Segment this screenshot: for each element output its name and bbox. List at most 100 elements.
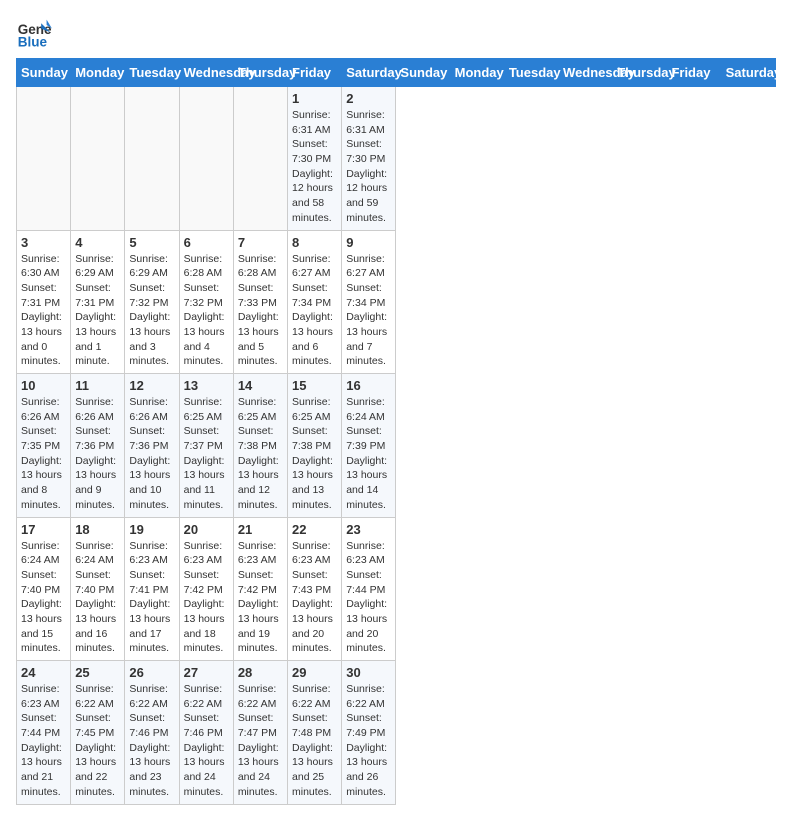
day-number: 1 [292, 91, 337, 106]
day-number: 21 [238, 522, 283, 537]
day-info: Sunrise: 6:27 AM Sunset: 7:34 PM Dayligh… [292, 252, 337, 370]
day-number: 3 [21, 235, 66, 250]
day-info: Sunrise: 6:24 AM Sunset: 7:40 PM Dayligh… [75, 539, 120, 657]
day-header-wednesday: Wednesday [179, 59, 233, 87]
calendar-cell: 9 Sunrise: 6:27 AM Sunset: 7:34 PM Daylig… [342, 230, 396, 374]
day-number: 9 [346, 235, 391, 250]
day-number: 29 [292, 665, 337, 680]
calendar-cell: 14 Sunrise: 6:25 AM Sunset: 7:38 PM Dayli… [233, 374, 287, 518]
day-header-friday: Friday [288, 59, 342, 87]
day-number: 11 [75, 378, 120, 393]
calendar-week-4: 17 Sunrise: 6:24 AM Sunset: 7:40 PM Dayli… [17, 517, 776, 661]
day-number: 12 [129, 378, 174, 393]
day-header-thursday: Thursday [613, 59, 667, 87]
day-info: Sunrise: 6:24 AM Sunset: 7:39 PM Dayligh… [346, 395, 391, 513]
day-number: 7 [238, 235, 283, 250]
day-info: Sunrise: 6:26 AM Sunset: 7:36 PM Dayligh… [75, 395, 120, 513]
day-number: 24 [21, 665, 66, 680]
day-header-monday: Monday [450, 59, 504, 87]
calendar-header-row: SundayMondayTuesdayWednesdayThursdayFrid… [17, 59, 776, 87]
day-info: Sunrise: 6:30 AM Sunset: 7:31 PM Dayligh… [21, 252, 66, 370]
day-number: 4 [75, 235, 120, 250]
day-header-saturday: Saturday [721, 59, 775, 87]
calendar-cell: 4 Sunrise: 6:29 AM Sunset: 7:31 PM Daylig… [71, 230, 125, 374]
calendar-cell [125, 87, 179, 231]
day-info: Sunrise: 6:23 AM Sunset: 7:44 PM Dayligh… [346, 539, 391, 657]
day-header-saturday: Saturday [342, 59, 396, 87]
calendar-cell: 3 Sunrise: 6:30 AM Sunset: 7:31 PM Daylig… [17, 230, 71, 374]
day-number: 28 [238, 665, 283, 680]
day-info: Sunrise: 6:26 AM Sunset: 7:35 PM Dayligh… [21, 395, 66, 513]
day-info: Sunrise: 6:23 AM Sunset: 7:43 PM Dayligh… [292, 539, 337, 657]
calendar-cell: 24 Sunrise: 6:23 AM Sunset: 7:44 PM Dayli… [17, 661, 71, 805]
day-info: Sunrise: 6:22 AM Sunset: 7:45 PM Dayligh… [75, 682, 120, 800]
day-number: 16 [346, 378, 391, 393]
day-number: 5 [129, 235, 174, 250]
day-number: 14 [238, 378, 283, 393]
day-number: 17 [21, 522, 66, 537]
calendar-cell: 8 Sunrise: 6:27 AM Sunset: 7:34 PM Daylig… [288, 230, 342, 374]
calendar-cell: 20 Sunrise: 6:23 AM Sunset: 7:42 PM Dayli… [179, 517, 233, 661]
day-info: Sunrise: 6:22 AM Sunset: 7:48 PM Dayligh… [292, 682, 337, 800]
day-info: Sunrise: 6:25 AM Sunset: 7:37 PM Dayligh… [184, 395, 229, 513]
logo-icon: General Blue [16, 16, 52, 52]
calendar-week-5: 24 Sunrise: 6:23 AM Sunset: 7:44 PM Dayli… [17, 661, 776, 805]
logo: General Blue [16, 16, 56, 52]
calendar-cell: 12 Sunrise: 6:26 AM Sunset: 7:36 PM Dayli… [125, 374, 179, 518]
calendar-cell [233, 87, 287, 231]
day-number: 2 [346, 91, 391, 106]
day-number: 8 [292, 235, 337, 250]
calendar-cell: 23 Sunrise: 6:23 AM Sunset: 7:44 PM Dayli… [342, 517, 396, 661]
calendar-cell: 21 Sunrise: 6:23 AM Sunset: 7:42 PM Dayli… [233, 517, 287, 661]
calendar-cell: 28 Sunrise: 6:22 AM Sunset: 7:47 PM Dayli… [233, 661, 287, 805]
day-number: 22 [292, 522, 337, 537]
day-info: Sunrise: 6:22 AM Sunset: 7:46 PM Dayligh… [184, 682, 229, 800]
calendar-cell: 2 Sunrise: 6:31 AM Sunset: 7:30 PM Daylig… [342, 87, 396, 231]
calendar-cell: 18Sunrise: 6:24 AM Sunset: 7:40 PM Dayli… [71, 517, 125, 661]
day-number: 10 [21, 378, 66, 393]
day-number: 23 [346, 522, 391, 537]
calendar-cell: 13Sunrise: 6:25 AM Sunset: 7:37 PM Dayli… [179, 374, 233, 518]
calendar-cell: 26Sunrise: 6:22 AM Sunset: 7:46 PM Dayli… [125, 661, 179, 805]
day-header-thursday: Thursday [233, 59, 287, 87]
calendar-cell: 5 Sunrise: 6:29 AM Sunset: 7:32 PM Daylig… [125, 230, 179, 374]
day-number: 20 [184, 522, 229, 537]
day-info: Sunrise: 6:26 AM Sunset: 7:36 PM Dayligh… [129, 395, 174, 513]
calendar-cell: 27Sunrise: 6:22 AM Sunset: 7:46 PM Dayli… [179, 661, 233, 805]
day-info: Sunrise: 6:29 AM Sunset: 7:31 PM Dayligh… [75, 252, 120, 370]
day-header-sunday: Sunday [396, 59, 450, 87]
day-info: Sunrise: 6:23 AM Sunset: 7:42 PM Dayligh… [238, 539, 283, 657]
day-info: Sunrise: 6:22 AM Sunset: 7:46 PM Dayligh… [129, 682, 174, 800]
day-header-sunday: Sunday [17, 59, 71, 87]
calendar-cell: 1 Sunrise: 6:31 AM Sunset: 7:30 PM Daylig… [288, 87, 342, 231]
day-info: Sunrise: 6:22 AM Sunset: 7:47 PM Dayligh… [238, 682, 283, 800]
page-header: General Blue [16, 16, 776, 52]
day-header-monday: Monday [71, 59, 125, 87]
day-info: Sunrise: 6:28 AM Sunset: 7:32 PM Dayligh… [184, 252, 229, 370]
calendar-cell [17, 87, 71, 231]
svg-text:Blue: Blue [18, 35, 48, 50]
day-info: Sunrise: 6:29 AM Sunset: 7:32 PM Dayligh… [129, 252, 174, 370]
calendar-cell: 22 Sunrise: 6:23 AM Sunset: 7:43 PM Dayli… [288, 517, 342, 661]
calendar-cell: 10 Sunrise: 6:26 AM Sunset: 7:35 PM Dayli… [17, 374, 71, 518]
day-info: Sunrise: 6:24 AM Sunset: 7:40 PM Dayligh… [21, 539, 66, 657]
calendar-cell [71, 87, 125, 231]
day-info: Sunrise: 6:22 AM Sunset: 7:49 PM Dayligh… [346, 682, 391, 800]
day-info: Sunrise: 6:31 AM Sunset: 7:30 PM Dayligh… [292, 108, 337, 226]
day-number: 15 [292, 378, 337, 393]
day-info: Sunrise: 6:28 AM Sunset: 7:33 PM Dayligh… [238, 252, 283, 370]
calendar-cell [179, 87, 233, 231]
day-header-tuesday: Tuesday [125, 59, 179, 87]
calendar-week-3: 10 Sunrise: 6:26 AM Sunset: 7:35 PM Dayli… [17, 374, 776, 518]
day-info: Sunrise: 6:23 AM Sunset: 7:42 PM Dayligh… [184, 539, 229, 657]
calendar-cell: 17 Sunrise: 6:24 AM Sunset: 7:40 PM Dayli… [17, 517, 71, 661]
day-header-friday: Friday [667, 59, 721, 87]
day-header-wednesday: Wednesday [559, 59, 613, 87]
day-info: Sunrise: 6:31 AM Sunset: 7:30 PM Dayligh… [346, 108, 391, 226]
day-info: Sunrise: 6:23 AM Sunset: 7:44 PM Dayligh… [21, 682, 66, 800]
day-info: Sunrise: 6:27 AM Sunset: 7:34 PM Dayligh… [346, 252, 391, 370]
calendar-cell: 11 Sunrise: 6:26 AM Sunset: 7:36 PM Dayli… [71, 374, 125, 518]
day-info: Sunrise: 6:25 AM Sunset: 7:38 PM Dayligh… [292, 395, 337, 513]
day-header-tuesday: Tuesday [504, 59, 558, 87]
day-info: Sunrise: 6:25 AM Sunset: 7:38 PM Dayligh… [238, 395, 283, 513]
